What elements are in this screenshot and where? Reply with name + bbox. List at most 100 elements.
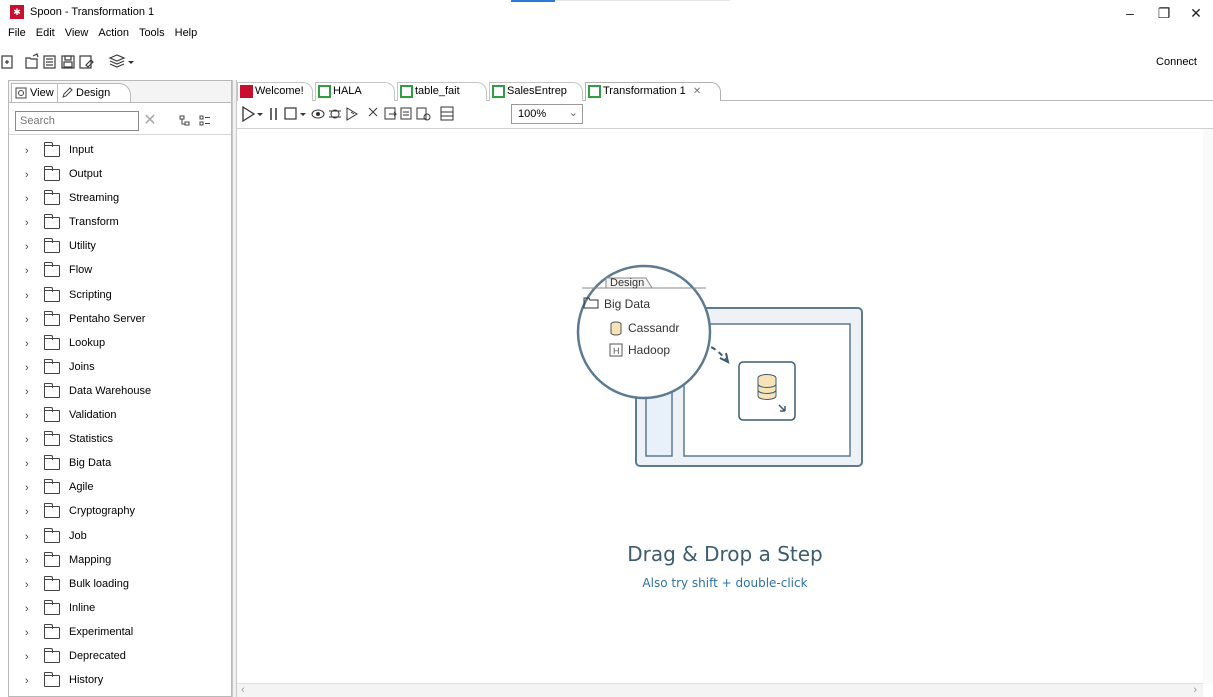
chevron-right-icon[interactable]: › — [25, 241, 29, 253]
folder-item-output[interactable]: › Output — [9, 163, 231, 187]
folder-icon — [44, 262, 60, 278]
impact-icon[interactable] — [384, 107, 398, 120]
explore-repo-icon[interactable] — [43, 55, 56, 69]
search-input[interactable] — [15, 111, 139, 131]
chevron-right-icon[interactable]: › — [25, 290, 29, 302]
chevron-right-icon[interactable]: › — [25, 169, 29, 181]
folder-item-data-warehouse[interactable]: › Data Warehouse — [9, 380, 231, 404]
folder-item-mapping[interactable]: › Mapping — [9, 549, 231, 573]
chevron-right-icon[interactable]: › — [25, 217, 29, 229]
chevron-right-icon[interactable]: › — [25, 482, 29, 494]
folder-item-experimental[interactable]: › Experimental — [9, 621, 231, 645]
scroll-right-icon[interactable]: › — [1193, 684, 1197, 696]
chevron-right-icon[interactable]: › — [25, 603, 29, 615]
layers-dropdown-icon[interactable] — [128, 61, 134, 64]
tab-salesentrep[interactable]: SalesEntrep — [489, 82, 583, 101]
vertical-scrollbar[interactable] — [1203, 129, 1213, 684]
folder-item-flow[interactable]: › Flow — [9, 259, 231, 283]
chevron-right-icon[interactable]: › — [25, 506, 29, 518]
menu-view[interactable]: View — [63, 27, 91, 43]
chevron-right-icon[interactable]: › — [25, 555, 29, 567]
folder-item-big-data[interactable]: › Big Data — [9, 452, 231, 476]
chevron-right-icon[interactable]: › — [25, 386, 29, 398]
folder-label: Agile — [69, 481, 94, 494]
folder-item-utility[interactable]: › Utility — [9, 235, 231, 259]
run-icon[interactable] — [242, 105, 256, 123]
folder-item-deprecated[interactable]: › Deprecated — [9, 645, 231, 669]
folder-item-agile[interactable]: › Agile — [9, 476, 231, 500]
menu-file[interactable]: File — [6, 27, 28, 43]
folder-item-statistics[interactable]: › Statistics — [9, 428, 231, 452]
chevron-right-icon[interactable]: › — [25, 458, 29, 470]
debug-icon[interactable] — [329, 109, 341, 119]
folder-item-validation[interactable]: › Validation — [9, 404, 231, 428]
preview-icon[interactable] — [311, 109, 325, 119]
chevron-right-icon[interactable]: › — [25, 410, 29, 422]
chevron-right-icon[interactable]: › — [25, 434, 29, 446]
folder-item-bulk-loading[interactable]: › Bulk loading — [9, 573, 231, 597]
connect-button[interactable]: Connect — [1156, 56, 1197, 68]
scroll-left-icon[interactable]: ‹ — [241, 684, 245, 696]
minimize-button[interactable]: – — [1112, 2, 1148, 24]
folder-item-lookup[interactable]: › Lookup — [9, 332, 231, 356]
folder-item-pentaho-server[interactable]: › Pentaho Server — [9, 308, 231, 332]
folder-item-cryptography[interactable]: › Cryptography — [9, 500, 231, 524]
chevron-right-icon[interactable]: › — [25, 338, 29, 350]
tab-table-fait[interactable]: table_fait — [397, 82, 487, 101]
verify-icon[interactable] — [368, 107, 378, 117]
close-window-button[interactable]: ✕ — [1178, 2, 1213, 24]
chevron-right-icon[interactable]: › — [25, 627, 29, 639]
tab-welcome[interactable]: Welcome! — [237, 82, 313, 101]
menu-tools[interactable]: Tools — [137, 27, 167, 43]
folder-item-input[interactable]: › Input — [9, 139, 231, 163]
restore-button[interactable]: ❐ — [1146, 2, 1182, 24]
replay-icon[interactable] — [346, 107, 358, 121]
transformation-canvas[interactable]: Design Big Data Cassandr H Hadoop Drag &… — [237, 128, 1213, 697]
expand-tree-icon[interactable] — [199, 115, 210, 126]
chevron-right-icon[interactable]: › — [25, 531, 29, 543]
layers-icon[interactable] — [108, 54, 126, 68]
pause-icon[interactable] — [270, 108, 277, 120]
folder-item-streaming[interactable]: › Streaming — [9, 187, 231, 211]
folder-item-joins[interactable]: › Joins — [9, 356, 231, 380]
folder-item-history[interactable]: › History — [9, 669, 231, 693]
show-results-icon[interactable] — [440, 106, 454, 121]
chevron-right-icon[interactable]: › — [25, 362, 29, 374]
open-folder-icon[interactable] — [25, 53, 39, 69]
chevron-right-icon[interactable]: › — [25, 675, 29, 687]
tab-salesentrep-label: SalesEntrep — [507, 85, 567, 97]
run-dropdown-icon[interactable] — [257, 113, 263, 116]
save-icon[interactable] — [61, 55, 75, 69]
clear-search-icon[interactable]: ✕ — [141, 111, 159, 131]
close-tab-icon[interactable]: ✕ — [693, 86, 701, 97]
menu-help[interactable]: Help — [173, 27, 200, 43]
tab-transformation-1[interactable]: Transformation 1 ✕ — [585, 82, 721, 101]
tab-hala[interactable]: HALA — [315, 82, 395, 101]
new-file-icon[interactable] — [1, 55, 13, 69]
folder-item-scripting[interactable]: › Scripting — [9, 284, 231, 308]
tab-design[interactable]: Design — [57, 83, 132, 102]
stop-icon[interactable] — [284, 107, 297, 120]
explore-db-icon[interactable] — [416, 107, 431, 121]
tab-view[interactable]: View — [11, 83, 59, 102]
horizontal-scrollbar[interactable]: ‹ › — [237, 683, 1203, 697]
chevron-right-icon[interactable]: › — [25, 579, 29, 591]
collapse-tree-icon[interactable] — [179, 115, 190, 126]
stop-dropdown-icon[interactable] — [300, 113, 306, 116]
sql-icon[interactable] — [400, 107, 412, 120]
search-row: ✕ — [9, 105, 231, 135]
chevron-right-icon[interactable]: › — [25, 651, 29, 663]
chevron-right-icon[interactable]: › — [25, 265, 29, 277]
folder-item-transform[interactable]: › Transform — [9, 211, 231, 235]
folder-item-job[interactable]: › Job — [9, 525, 231, 549]
chevron-right-icon[interactable]: › — [25, 145, 29, 157]
illus-item1-row: Cassandr — [610, 321, 679, 336]
save-as-icon[interactable] — [79, 55, 94, 69]
zoom-select[interactable]: 100% ⌄ — [511, 104, 583, 124]
chevron-right-icon[interactable]: › — [25, 314, 29, 326]
menu-edit[interactable]: Edit — [34, 27, 57, 43]
menu-action[interactable]: Action — [96, 27, 131, 43]
chevron-right-icon[interactable]: › — [25, 193, 29, 205]
folder-item-inline[interactable]: › Inline — [9, 597, 231, 621]
folder-icon — [44, 551, 60, 567]
